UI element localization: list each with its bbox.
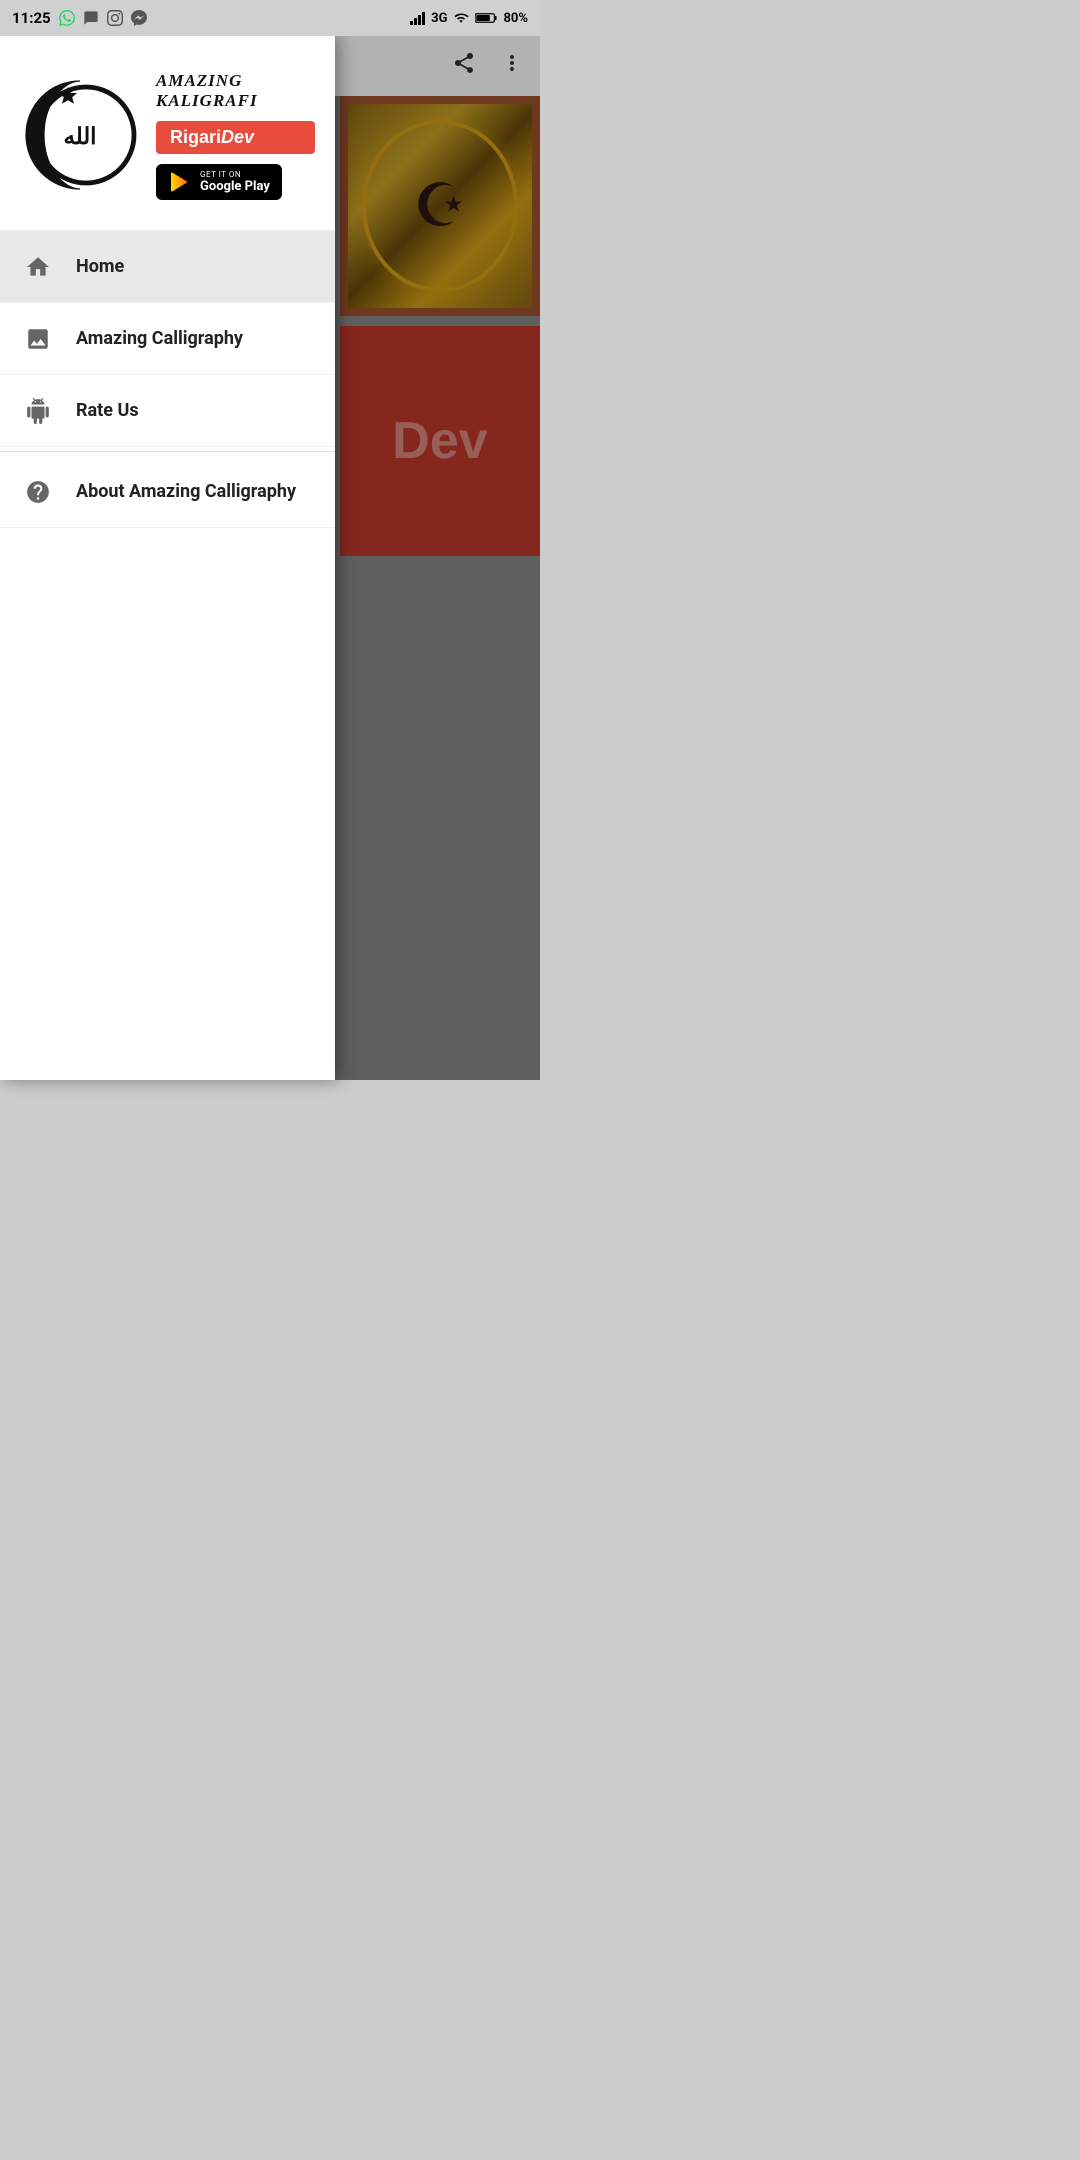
google-play-badge[interactable]: GET IT ON Google Play xyxy=(156,164,282,200)
drawer-header: الله AMAZING KALIGRAFI RigariDev xyxy=(0,36,335,231)
image-icon xyxy=(20,321,56,357)
app-title: AMAZING KALIGRAFI xyxy=(156,71,315,111)
status-bar: 11:25 3G 80% xyxy=(0,0,540,36)
sms-icon xyxy=(83,10,99,26)
network-type: 3G xyxy=(431,11,447,26)
battery-icon xyxy=(475,12,497,24)
app-logo: الله xyxy=(20,75,140,195)
wifi-icon xyxy=(453,11,469,25)
rigari-text: Rigari xyxy=(170,127,221,147)
play-large-text: Google Play xyxy=(200,179,270,194)
google-play-icon xyxy=(168,170,192,194)
help-icon xyxy=(20,474,56,510)
play-text: GET IT ON Google Play xyxy=(200,170,270,194)
status-left: 11:25 xyxy=(12,9,147,27)
signal-bars xyxy=(410,11,425,25)
rigari-badge: RigariDev xyxy=(156,121,315,154)
svg-text:الله: الله xyxy=(63,124,96,149)
nav-calligraphy-label: Amazing Calligraphy xyxy=(76,328,243,349)
nav-item-rate-us[interactable]: Rate Us xyxy=(0,375,335,447)
nav-about-label: About Amazing Calligraphy xyxy=(76,481,296,502)
status-right: 3G 80% xyxy=(410,11,528,26)
nav-home-label: Home xyxy=(76,256,124,277)
home-icon xyxy=(20,249,56,285)
play-small-text: GET IT ON xyxy=(200,170,270,179)
battery-percent: 80% xyxy=(503,11,528,26)
nav-item-amazing-calligraphy[interactable]: Amazing Calligraphy xyxy=(0,303,335,375)
main-screen: ☪ Dev الله xyxy=(0,36,540,1080)
messenger-icon xyxy=(131,10,147,26)
navigation-drawer: الله AMAZING KALIGRAFI RigariDev xyxy=(0,36,335,1080)
nav-rate-label: Rate Us xyxy=(76,400,139,421)
android-icon xyxy=(20,393,56,429)
instagram-icon xyxy=(107,10,123,26)
nav-divider xyxy=(0,451,335,452)
whatsapp-icon xyxy=(59,10,75,26)
time: 11:25 xyxy=(12,9,51,27)
drawer-header-info: AMAZING KALIGRAFI RigariDev xyxy=(156,71,315,200)
nav-item-about[interactable]: About Amazing Calligraphy xyxy=(0,456,335,528)
dev-text: Dev xyxy=(221,127,254,147)
nav-item-home[interactable]: Home xyxy=(0,231,335,303)
